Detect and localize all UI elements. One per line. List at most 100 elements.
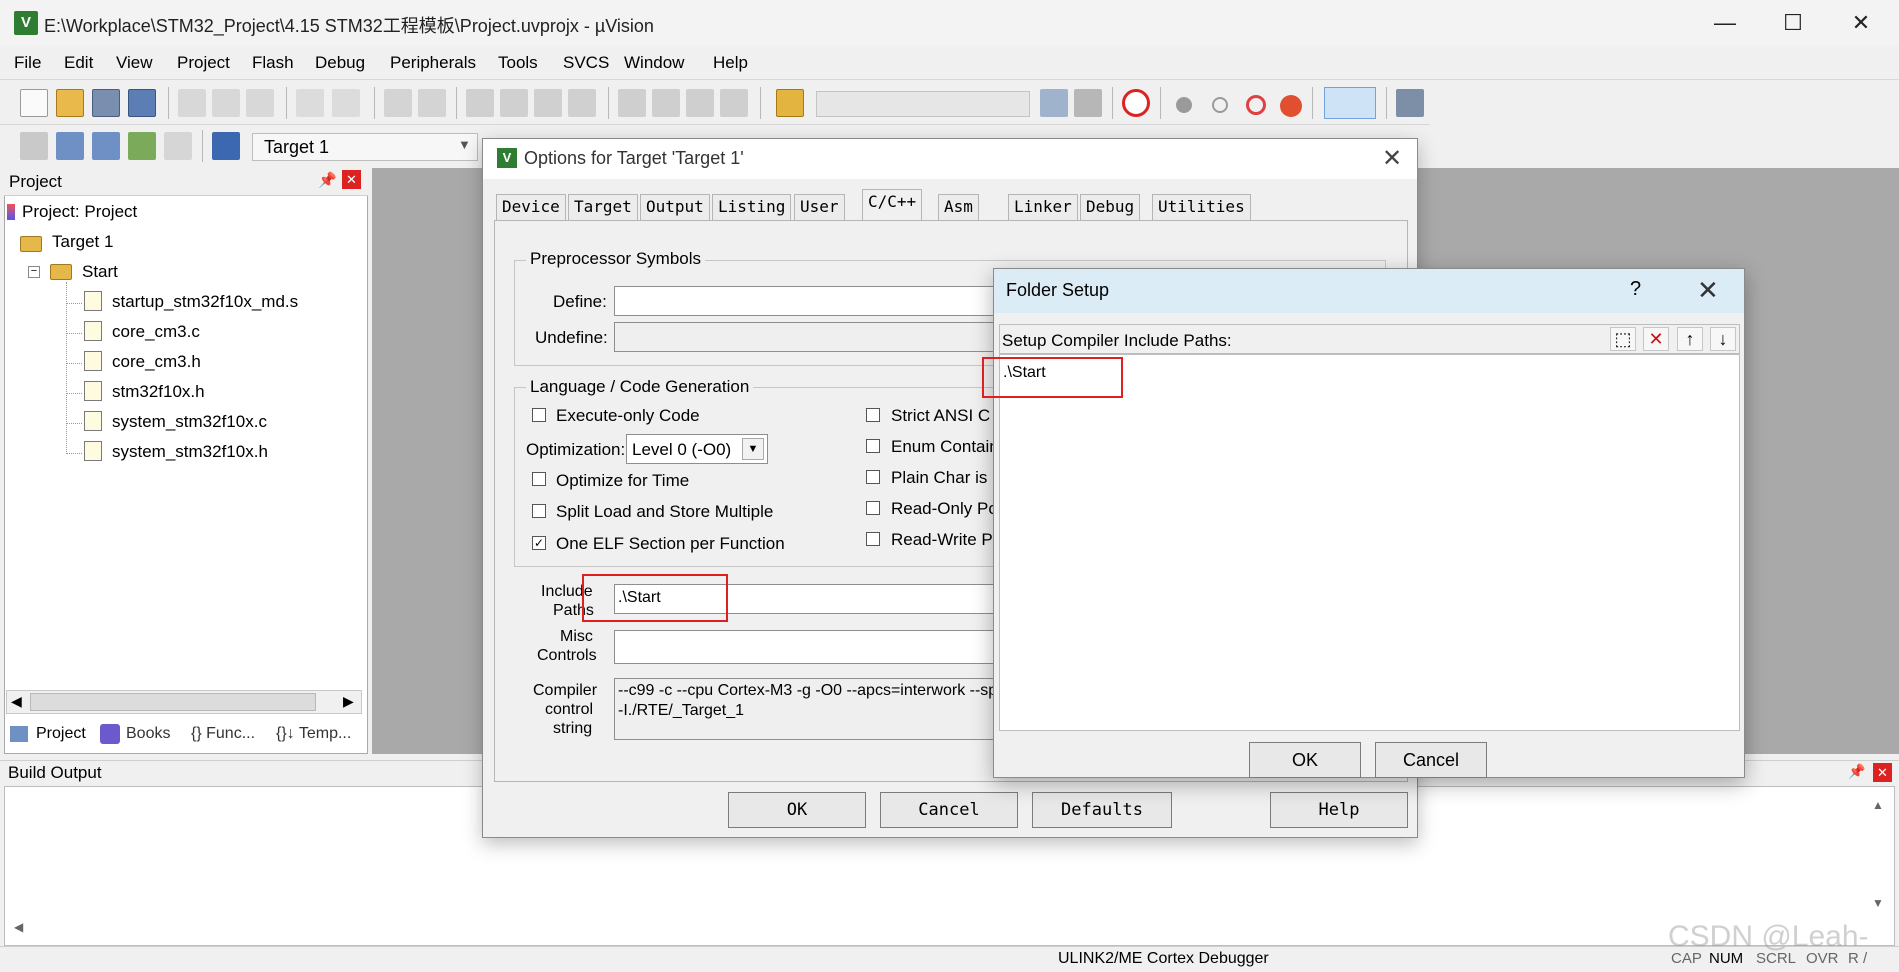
tree-file[interactable]: core_cm3.h [112,352,201,372]
read-only-pos-checkbox[interactable] [866,501,880,515]
pin-icon[interactable]: 📌 [318,171,337,189]
rebuild-icon[interactable] [92,132,120,160]
insert-breakpoint-icon[interactable] [1176,97,1192,113]
close-panel-icon[interactable]: ✕ [342,170,361,189]
bookmark-icon[interactable] [466,89,494,117]
optimize-time-checkbox[interactable] [532,472,546,486]
tab-output[interactable]: Output [640,194,710,220]
debug-session-icon[interactable] [1122,89,1150,117]
move-down-icon[interactable]: ↓ [1710,327,1736,351]
split-load-checkbox[interactable] [532,504,546,518]
disable-breakpoints-icon[interactable] [1246,95,1266,115]
build-icon[interactable] [56,132,84,160]
prev-bookmark-icon[interactable] [500,89,528,117]
menu-file[interactable]: File [14,53,41,73]
navigate-forward-icon[interactable] [418,89,446,117]
enum-container-checkbox[interactable] [866,439,880,453]
plain-char-checkbox[interactable] [866,470,880,484]
tab-debug[interactable]: Debug [1080,194,1141,220]
configure-icon[interactable] [1396,89,1424,117]
tab-utilities[interactable]: Utilities [1152,194,1251,220]
tab-linker[interactable]: Linker [1008,194,1078,220]
scrollbar-thumb[interactable] [30,693,316,711]
window-layout-dropdown[interactable] [1324,87,1376,119]
save-all-icon[interactable] [128,89,156,117]
enable-breakpoint-icon[interactable] [1212,97,1228,113]
help-icon[interactable]: ? [1630,278,1641,301]
next-bookmark-icon[interactable] [534,89,562,117]
redo-icon[interactable] [332,89,360,117]
read-write-pos-checkbox[interactable] [866,532,880,546]
cancel-button[interactable]: Cancel [880,792,1018,828]
find-combo[interactable] [816,91,1030,117]
tab-target[interactable]: Target [568,194,638,220]
navigate-back-icon[interactable] [384,89,412,117]
find-in-files-icon[interactable] [776,89,804,117]
pin-icon[interactable]: 📌 [1848,763,1865,780]
defaults-button[interactable]: Defaults [1032,792,1172,828]
tree-file[interactable]: system_stm32f10x.c [112,412,267,432]
scroll-down-icon[interactable]: ▼ [1872,896,1884,910]
tab-books[interactable]: Books [126,725,170,751]
copy-icon[interactable] [212,89,240,117]
stop-build-icon[interactable] [164,132,192,160]
indent-icon[interactable] [618,89,646,117]
menu-peripherals[interactable]: Peripherals [390,53,476,73]
menu-flash[interactable]: Flash [252,53,294,73]
menu-edit[interactable]: Edit [64,53,93,73]
scroll-left-icon[interactable]: ◀ [14,920,23,934]
tab-c-cpp[interactable]: C/C++ [862,189,923,220]
tree-file[interactable]: core_cm3.c [112,322,200,342]
delete-icon[interactable]: ✕ [1643,327,1669,351]
help-button[interactable]: Help [1270,792,1408,828]
ok-button[interactable]: OK [728,792,866,828]
tree-file[interactable]: stm32f10x.h [112,382,205,402]
tab-asm[interactable]: Asm [938,194,979,220]
paste-icon[interactable] [246,89,274,117]
scroll-up-icon[interactable]: ▲ [1872,798,1884,812]
close-icon[interactable]: ✕ [1382,144,1402,173]
find-icon[interactable] [1040,89,1068,117]
tree-file[interactable]: startup_stm32f10x_md.s [112,292,298,312]
scroll-left-icon[interactable]: ◀ [11,693,22,710]
execute-only-checkbox[interactable] [532,408,546,422]
close-window-button[interactable]: ✕ [1827,0,1895,46]
tab-device[interactable]: Device [496,194,566,220]
menu-debug[interactable]: Debug [315,53,365,73]
comment-icon[interactable] [686,89,714,117]
translate-icon[interactable] [20,132,48,160]
cut-icon[interactable] [178,89,206,117]
menu-help[interactable]: Help [713,53,748,73]
tree-group-start[interactable]: Start [82,262,118,282]
tree-project-root[interactable]: Project: Project [22,202,137,222]
uncomment-icon[interactable] [720,89,748,117]
new-file-icon[interactable] [20,89,48,117]
incremental-find-icon[interactable] [1074,89,1102,117]
move-up-icon[interactable]: ↑ [1677,327,1703,351]
tab-templates[interactable]: {}↓ Temp... [276,725,351,751]
chevron-down-icon[interactable]: ▼ [458,137,471,152]
menu-view[interactable]: View [116,53,153,73]
ok-button[interactable]: OK [1249,742,1361,778]
undo-icon[interactable] [296,89,324,117]
tree-target[interactable]: Target 1 [52,232,113,252]
tab-listing[interactable]: Listing [712,194,792,220]
cancel-button[interactable]: Cancel [1375,742,1487,778]
menu-window[interactable]: Window [624,53,684,73]
strict-ansi-checkbox[interactable] [866,408,880,422]
menu-svcs[interactable]: SVCS [563,53,609,73]
close-panel-icon[interactable]: ✕ [1873,763,1892,782]
new-folder-icon[interactable]: ⬚ [1610,327,1636,351]
close-icon[interactable]: ✕ [1697,275,1719,306]
kill-breakpoints-icon[interactable] [1280,95,1302,117]
clear-bookmarks-icon[interactable] [568,89,596,117]
minimize-button[interactable]: — [1691,0,1759,46]
save-icon[interactable] [92,89,120,117]
scroll-right-icon[interactable]: ▶ [343,693,354,710]
open-file-icon[interactable] [56,89,84,117]
collapse-icon[interactable]: − [28,266,40,278]
unindent-icon[interactable] [652,89,680,117]
include-paths-list[interactable] [999,354,1740,731]
menu-tools[interactable]: Tools [498,53,538,73]
download-icon[interactable] [212,132,240,160]
